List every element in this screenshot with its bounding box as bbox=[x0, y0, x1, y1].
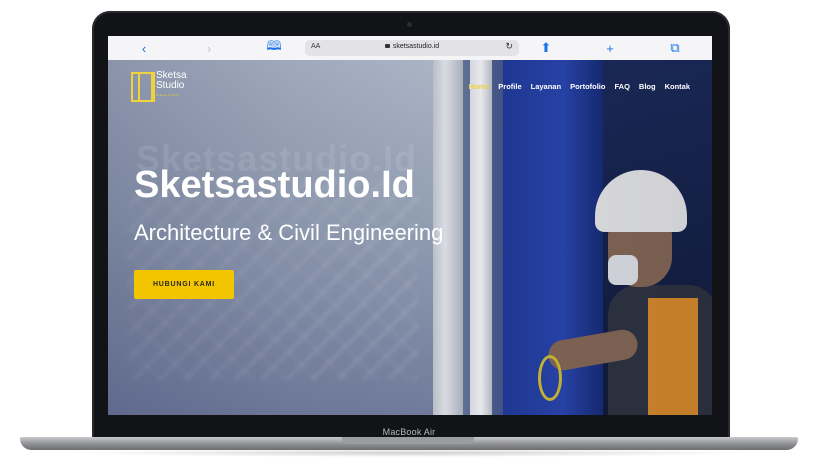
plus-icon[interactable]: + bbox=[598, 36, 622, 60]
main-nav: Home Profile Layanan Portofolio FAQ Blog… bbox=[468, 82, 690, 91]
url-text: sketsastudio.id bbox=[305, 43, 519, 50]
browser-toolbar: ‹ › 🕮 AA sketsastudio.id ↻ ⬆ + ⧉ bbox=[108, 36, 712, 61]
laptop-screen: ‹ › 🕮 AA sketsastudio.id ↻ ⬆ + ⧉ Sketsa … bbox=[108, 36, 712, 415]
tabs-icon[interactable]: ⧉ bbox=[663, 36, 687, 60]
nav-item-home[interactable]: Home bbox=[468, 82, 489, 91]
nav-item-layanan[interactable]: Layanan bbox=[531, 82, 561, 91]
book-icon[interactable]: 🕮 bbox=[262, 36, 286, 60]
chevron-right-icon[interactable]: › bbox=[197, 36, 221, 60]
chevron-left-icon[interactable]: ‹ bbox=[132, 36, 156, 60]
logo-mark-icon bbox=[131, 72, 155, 102]
laptop-notch bbox=[342, 437, 474, 444]
hero-title: Sketsastudio.Id bbox=[134, 164, 415, 206]
nav-item-portofolio[interactable]: Portofolio bbox=[570, 82, 605, 91]
hero-subtitle: Architecture & Civil Engineering bbox=[134, 220, 444, 245]
address-bar[interactable]: AA sketsastudio.id ↻ bbox=[305, 40, 519, 56]
nav-item-kontak[interactable]: Kontak bbox=[665, 82, 690, 91]
logo-tagline: Arsitek & Sipil bbox=[156, 93, 180, 97]
logo-line2: Studio bbox=[156, 80, 185, 91]
hero-section: Sketsa Studio Arsitek & Sipil Home Profi… bbox=[108, 60, 712, 415]
logo-text: Sketsa Studio bbox=[156, 71, 187, 91]
contact-button[interactable]: HUBUNGI KAMI bbox=[134, 270, 234, 299]
reload-icon[interactable]: ↻ bbox=[505, 41, 513, 52]
url-value: sketsastudio.id bbox=[392, 43, 440, 50]
nav-item-blog[interactable]: Blog bbox=[639, 82, 656, 91]
share-icon[interactable]: ⬆ bbox=[534, 36, 558, 60]
lock-icon bbox=[384, 44, 390, 48]
nav-item-faq[interactable]: FAQ bbox=[614, 82, 629, 91]
laptop-shadow bbox=[60, 449, 760, 457]
device-model-label: MacBook Air bbox=[382, 427, 436, 437]
camera-icon bbox=[407, 22, 412, 27]
nav-item-profile[interactable]: Profile bbox=[498, 82, 521, 91]
site-logo[interactable]: Sketsa Studio Arsitek & Sipil bbox=[131, 70, 211, 104]
